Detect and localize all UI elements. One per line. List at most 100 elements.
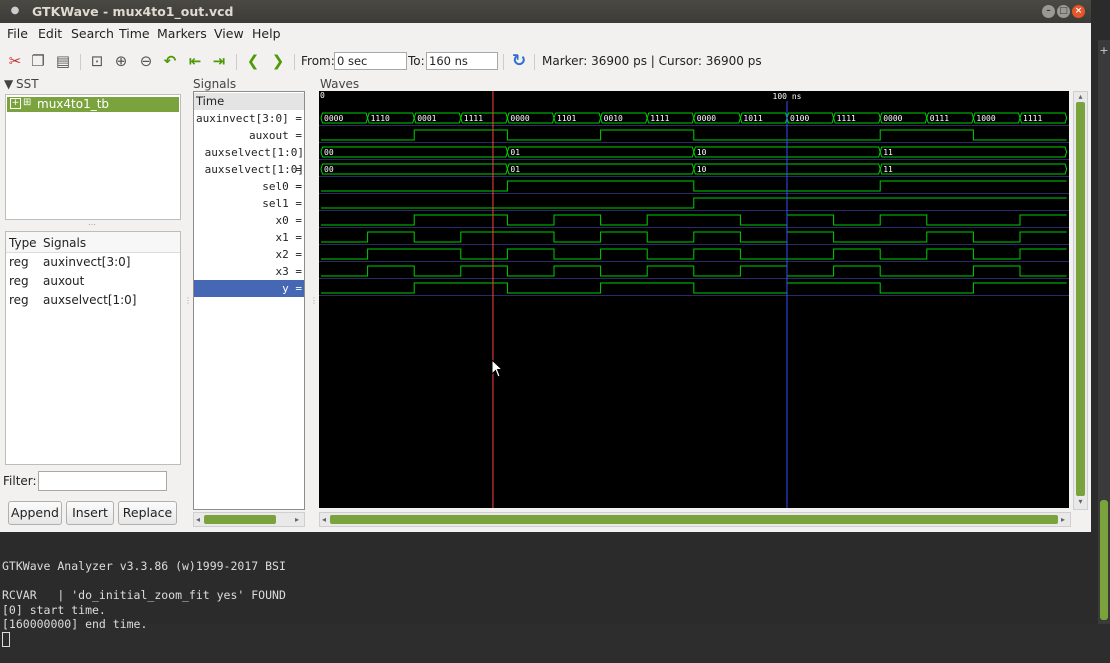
menu-view[interactable]: View (214, 26, 244, 41)
title-bar: ● GTKWave - mux4to1_out.vcd – □ × (0, 0, 1091, 23)
table-row[interactable]: reg auxout (6, 272, 180, 291)
undo-zoom-icon[interactable]: ↶ (160, 51, 180, 71)
zoom-in-icon[interactable]: ⊕ (111, 51, 131, 71)
signal-row[interactable]: y = (194, 280, 304, 297)
waveform-canvas[interactable]: 0 100 ns 0000 1110 0001 1111 0000 1101 0010 1111… (319, 91, 1069, 508)
bus-value-label: 1111 (650, 114, 669, 123)
menu-edit[interactable]: Edit (38, 26, 62, 41)
row-type: reg (9, 293, 29, 307)
waves-scroll-thumb[interactable] (330, 515, 1058, 524)
signal-row[interactable]: auxout = (194, 127, 304, 144)
bus-value-label: 1101 (557, 114, 576, 123)
zoom-fit-icon[interactable]: ⊡ (87, 51, 107, 71)
waves-hscrollbar[interactable]: ◂ ▸ (319, 512, 1071, 527)
next-edge-icon[interactable]: ❯ (268, 51, 288, 71)
table-row[interactable]: reg auxselvect[1:0] (6, 291, 180, 310)
minimize-button[interactable]: – (1042, 5, 1055, 18)
terminal-line: [0] start time. (2, 602, 106, 617)
expand-icon[interactable]: + (10, 98, 21, 109)
bus-segment (506, 146, 695, 158)
bus-value-label: 1111 (837, 114, 856, 123)
signal-row[interactable]: x1 = (194, 229, 304, 246)
insert-button[interactable]: Insert (66, 501, 114, 525)
scroll-left-icon[interactable]: ◂ (196, 513, 200, 526)
terminal-cursor (2, 631, 10, 647)
signal-name: x1 = (275, 231, 303, 244)
scroll-right-icon[interactable]: ▸ (1061, 513, 1065, 526)
scroll-right-icon[interactable]: ▸ (295, 513, 299, 526)
module-icon: ⊞ (23, 97, 32, 108)
paste-icon[interactable]: ▤ (53, 51, 73, 71)
signal-row[interactable]: sel1 = (194, 195, 304, 212)
bus-value-label: 0000 (510, 114, 529, 123)
signals-list: Time auxinvect[3:0] = auxout = auxselvect[… (193, 91, 305, 510)
row-signal: auxinvect[3:0] (43, 255, 131, 269)
bit-trace (321, 180, 1067, 192)
signal-row[interactable]: x2 = (194, 246, 304, 263)
signal-row[interactable]: auxselvect[1:0] = (194, 144, 304, 176)
signal-row[interactable]: x0 = (194, 212, 304, 229)
signals-label: Signals (193, 77, 237, 91)
time-tick-label: 100 ns (773, 92, 802, 101)
signal-row[interactable]: auxselvect[1:0] = (194, 161, 304, 193)
bus-value-label: 0000 (697, 114, 716, 123)
terminal-output: GTKWave Analyzer v3.3.86 (w)1999-2017 BS… (2, 530, 286, 663)
menu-time[interactable]: Time (119, 26, 150, 41)
append-button[interactable]: Append (8, 501, 62, 525)
column-signals[interactable]: Signals (43, 236, 86, 250)
to-input[interactable]: 160 ns (426, 52, 498, 70)
terminal-add-icon[interactable]: + (1098, 45, 1110, 57)
signal-name: x3 = (275, 265, 303, 278)
scroll-up-icon[interactable]: ▴ (1074, 92, 1087, 101)
waveform-view[interactable]: 0 100 ns 0000 1110 0001 1111 0000 1101 0010 1111… (319, 91, 1069, 508)
bus-value-label: 0000 (324, 114, 343, 123)
terminal-scrollbar[interactable]: + (1098, 40, 1110, 624)
copy-icon[interactable]: ❐ (28, 51, 48, 71)
bus-value-label: 10 (697, 148, 707, 157)
menu-file[interactable]: File (7, 26, 28, 41)
scroll-left-icon[interactable]: ◂ (322, 513, 326, 526)
gtkwave-window: ● GTKWave - mux4to1_out.vcd – □ × File E… (0, 0, 1091, 532)
terminal-line: [160000000] end time. (2, 617, 148, 631)
pane-grip[interactable]: ⋯ (88, 220, 96, 229)
zoom-to-end-icon[interactable]: ⇥ (209, 51, 229, 71)
waves-vscroll-thumb[interactable] (1076, 102, 1085, 496)
pane-grip[interactable]: ⋮ (184, 296, 192, 305)
bus-segment (320, 163, 508, 175)
bus-value-label: 0111 (930, 114, 949, 123)
column-type[interactable]: Type (9, 236, 37, 250)
waves-vscrollbar[interactable]: ▴ ▾ (1073, 91, 1088, 510)
from-input[interactable]: 0 sec (334, 52, 407, 70)
menu-search[interactable]: Search (71, 26, 114, 41)
sst-tree: + ⊞ mux4to1_tb (5, 94, 181, 220)
zoom-to-start-icon[interactable]: ⇤ (185, 51, 205, 71)
replace-button[interactable]: Replace (118, 501, 177, 525)
zoom-out-icon[interactable]: ⊖ (136, 51, 156, 71)
menu-markers[interactable]: Markers (157, 26, 207, 41)
cut-icon[interactable]: ✂ (5, 51, 25, 71)
tree-item-mux4to1-tb[interactable]: + ⊞ mux4to1_tb (7, 97, 179, 112)
from-label: From: (301, 54, 335, 68)
scroll-down-icon[interactable]: ▾ (1074, 497, 1087, 506)
toolbar-separator (534, 54, 535, 70)
signals-hscrollbar[interactable]: ◂ ▸ (193, 512, 305, 527)
pane-grip[interactable]: ⋮ (310, 296, 318, 305)
signal-name: sel0 = (262, 180, 302, 193)
reload-icon[interactable]: ↻ (509, 51, 529, 71)
toolbar: ✂ ❐ ▤ ⊡ ⊕ ⊖ ↶ ⇤ ⇥ ❮ ❯ From: 0 sec To: 16… (0, 46, 1091, 76)
prev-edge-icon[interactable]: ❮ (243, 51, 263, 71)
terminal-scroll-thumb[interactable] (1100, 500, 1108, 620)
signals-scroll-thumb[interactable] (204, 515, 276, 524)
waves-label: Waves (320, 77, 360, 91)
filter-input[interactable] (38, 471, 167, 491)
bus-value-label: 0000 (883, 114, 902, 123)
filter-label: Filter: (3, 474, 37, 488)
menu-help[interactable]: Help (252, 26, 281, 41)
close-button[interactable]: × (1072, 5, 1085, 18)
signal-row[interactable]: sel0 = (194, 178, 304, 195)
table-row[interactable]: reg auxinvect[3:0] (6, 253, 180, 272)
signal-row[interactable]: auxinvect[3:0] = (194, 110, 304, 127)
maximize-button[interactable]: □ (1057, 5, 1070, 18)
signal-row[interactable]: x3 = (194, 263, 304, 280)
sst-expander-icon[interactable]: ▼ (4, 77, 13, 91)
